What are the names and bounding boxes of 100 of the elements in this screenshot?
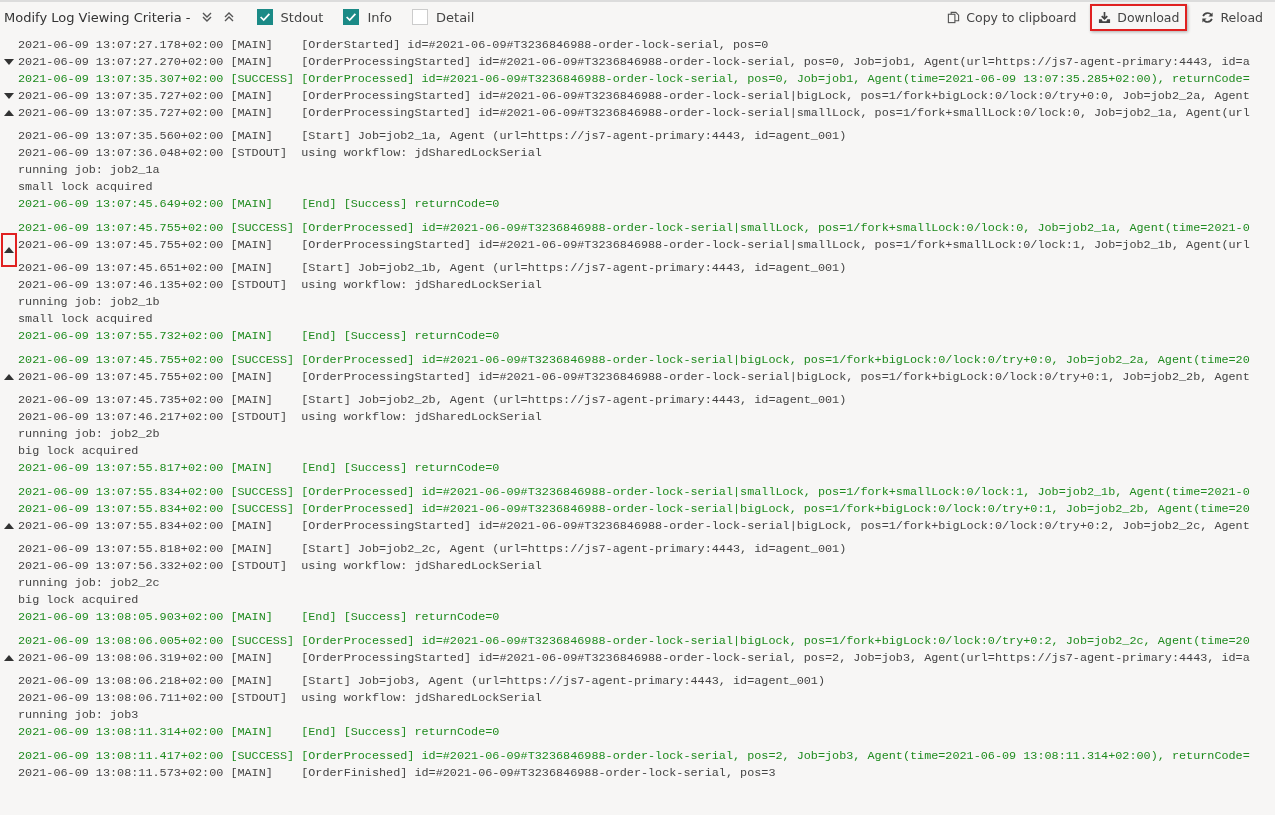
log-level: [STDOUT] bbox=[230, 409, 288, 424]
log-level: [MAIN] bbox=[230, 650, 274, 665]
reload-icon bbox=[1201, 10, 1215, 24]
log-timestamp: 2021-06-09 13:07:46.135+02:00 bbox=[18, 277, 225, 292]
log-message: running job: job2_2c bbox=[18, 575, 160, 590]
log-timestamp: 2021-06-09 13:08:06.005+02:00 bbox=[18, 633, 225, 648]
log-level: [STDOUT] bbox=[230, 145, 288, 160]
log-timestamp: 2021-06-09 13:07:35.560+02:00 bbox=[18, 128, 225, 143]
log-timestamp: 2021-06-09 13:07:55.732+02:00 bbox=[18, 328, 225, 343]
log-message: [OrderProcessingStarted] id=#2021-06-09#T3236846988-order-lock-serial|bigLock, pos=1/fork+bigLock:0/lock:0/try+0:2, Job=job2_2c, Agent bbox=[301, 518, 1250, 533]
log-level: [MAIN] bbox=[230, 105, 274, 120]
expand-all-icon[interactable] bbox=[200, 11, 213, 23]
log-timestamp: 2021-06-09 13:07:45.755+02:00 bbox=[18, 237, 225, 252]
log-message: [OrderProcessed] id=#2021-06-09#T3236846988-order-lock-serial, pos=2, Job=job3, Agent(time=2021-06-09 13:08:11.314+02:00), returnCode= bbox=[301, 748, 1250, 763]
checkbox[interactable] bbox=[256, 9, 273, 25]
log-timestamp: 2021-06-09 13:07:45.755+02:00 bbox=[18, 220, 225, 235]
log-message: [OrderProcessed] id=#2021-06-09#T3236846988-order-lock-serial|smallLock, pos=1/fork+smallLock:0/lock:0, Job=job2_1a, Agent(time=2021-0 bbox=[301, 220, 1250, 235]
log-timestamp: 2021-06-09 13:07:27.178+02:00 bbox=[18, 37, 225, 52]
log-timestamp: 2021-06-09 13:07:35.307+02:00 bbox=[18, 71, 225, 86]
log-message: [Start] Job=job2_2b, Agent (url=https://js7-agent-primary:4443, id=agent_001) bbox=[301, 392, 847, 407]
log-timestamp: 2021-06-09 13:08:06.218+02:00 bbox=[18, 673, 225, 688]
log-message: [Start] Job=job3, Agent (url=https://js7-agent-primary:4443, id=agent_001) bbox=[301, 673, 826, 688]
log-level: [MAIN] bbox=[230, 541, 274, 556]
log-message: running job: job2_1b bbox=[18, 294, 160, 309]
log-message: [OrderProcessed] id=#2021-06-09#T3236846988-order-lock-serial|bigLock, pos=1/fork+bigLock:0/lock:0/try+0:2, Job=job2_2c, Agent(time=20 bbox=[301, 633, 1250, 648]
log-level: [SUCCESS] bbox=[230, 633, 296, 648]
log-message: [End] [Success] returnCode=0 bbox=[301, 196, 500, 211]
log-message: running job: job2_1a bbox=[18, 162, 160, 177]
log-timestamp: 2021-06-09 13:07:55.834+02:00 bbox=[18, 518, 225, 533]
log-message: [End] [Success] returnCode=0 bbox=[301, 609, 500, 624]
log-level: [SUCCESS] bbox=[230, 220, 296, 235]
log-message: using workflow: jdSharedLockSerial bbox=[301, 558, 542, 573]
filter-label: Detail bbox=[436, 9, 475, 25]
log-message: [End] [Success] returnCode=0 bbox=[301, 328, 500, 343]
log-message: [OrderStarted] id=#2021-06-09#T3236846988-order-lock-serial, pos=0 bbox=[301, 37, 769, 52]
log-level: [MAIN] bbox=[230, 54, 274, 69]
log-message: [OrderProcessingStarted] id=#2021-06-09#T3236846988-order-lock-serial|bigLock, pos=1/fork+bigLock:0/lock:0/try+0:1, Job=job2_2b, Agent bbox=[301, 369, 1250, 384]
log-level: [MAIN] bbox=[230, 518, 274, 533]
log-timestamp: 2021-06-09 13:07:35.727+02:00 bbox=[18, 105, 225, 120]
log-message: running job: job2_2b bbox=[18, 426, 160, 441]
log-timestamp: 2021-06-09 13:07:56.332+02:00 bbox=[18, 558, 225, 573]
download-icon bbox=[1098, 10, 1112, 24]
log-level: [SUCCESS] bbox=[230, 748, 296, 763]
log-message: small lock acquired bbox=[18, 311, 153, 326]
filter-label: Info bbox=[367, 9, 393, 25]
log-timestamp: 2021-06-09 13:07:55.817+02:00 bbox=[18, 460, 225, 475]
log-level: [MAIN] bbox=[230, 673, 274, 688]
checkbox[interactable] bbox=[343, 9, 360, 25]
log-level: [MAIN] bbox=[230, 609, 274, 624]
log-message: running job: job3 bbox=[18, 707, 139, 722]
log-timestamp: 2021-06-09 13:07:45.651+02:00 bbox=[18, 260, 225, 275]
log-message: small lock acquired bbox=[18, 179, 153, 194]
log-timestamp: 2021-06-09 13:07:55.834+02:00 bbox=[18, 501, 225, 516]
log-level: [MAIN] bbox=[230, 128, 274, 143]
log-message: [OrderProcessed] id=#2021-06-09#T3236846988-order-lock-serial|smallLock, pos=1/fork+smallLock:0/lock:1, Job=job2_1b, Agent(time=2021-0 bbox=[301, 484, 1250, 499]
log-message: [Start] Job=job2_1b, Agent (url=https://js7-agent-primary:4443, id=agent_001) bbox=[301, 260, 847, 275]
log-level: [MAIN] bbox=[230, 260, 274, 275]
log-timestamp: 2021-06-09 13:08:06.711+02:00 bbox=[18, 690, 225, 705]
log-timestamp: 2021-06-09 13:08:11.314+02:00 bbox=[18, 724, 225, 739]
log-message: [OrderProcessed] id=#2021-06-09#T3236846988-order-lock-serial, pos=0, Job=job1, Agent(time=2021-06-09 13:07:35.285+02:00), returnCode= bbox=[301, 71, 1250, 86]
log-message: [OrderProcessingStarted] id=#2021-06-09#T3236846988-order-lock-serial|smallLock, pos=1/fork+smallLock:0/lock:0, Job=job2_1a, Agent(url bbox=[301, 105, 1250, 120]
log-message: [OrderFinished] id=#2021-06-09#T3236846988-order-lock-serial, pos=3 bbox=[301, 765, 776, 780]
log-timestamp: 2021-06-09 13:07:55.834+02:00 bbox=[18, 484, 225, 499]
log-level: [MAIN] bbox=[230, 88, 274, 103]
log-message: using workflow: jdSharedLockSerial bbox=[301, 145, 542, 160]
log-timestamp: 2021-06-09 13:08:05.903+02:00 bbox=[18, 609, 225, 624]
log-timestamp: 2021-06-09 13:07:27.270+02:00 bbox=[18, 54, 225, 69]
caret-up-icon[interactable] bbox=[1, 232, 17, 267]
log-timestamp: 2021-06-09 13:07:45.735+02:00 bbox=[18, 392, 225, 407]
log-message: [OrderProcessed] id=#2021-06-09#T3236846988-order-lock-serial|bigLock, pos=1/fork+bigLock:0/lock:0/try+0:0, Job=job2_2a, Agent(time=20 bbox=[301, 352, 1250, 367]
log-timestamp: 2021-06-09 13:08:11.417+02:00 bbox=[18, 748, 225, 763]
log-level: [STDOUT] bbox=[230, 277, 288, 292]
reload-button[interactable]: Reload bbox=[1193, 3, 1271, 31]
log-message: [OrderProcessingStarted] id=#2021-06-09#T3236846988-order-lock-serial|bigLock, pos=1/fork+bigLock:0/lock:0/try+0:0, Job=job2_2a, Agent bbox=[301, 88, 1250, 103]
log-level: [MAIN] bbox=[230, 460, 274, 475]
log-message: [OrderProcessingStarted] id=#2021-06-09#T3236846988-order-lock-serial, pos=2, Job=job3, Agent(url=https://js7-agent-primary:4443, id=a bbox=[301, 650, 1250, 665]
log-level: [SUCCESS] bbox=[230, 484, 296, 499]
log-level: [SUCCESS] bbox=[230, 501, 296, 516]
checkbox[interactable] bbox=[412, 9, 429, 25]
log-message: big lock acquired bbox=[18, 592, 139, 607]
log-timestamp: 2021-06-09 13:07:55.818+02:00 bbox=[18, 541, 225, 556]
copy-icon bbox=[947, 10, 961, 24]
log-level: [STDOUT] bbox=[230, 558, 288, 573]
copy-button[interactable]: Copy to clipboard bbox=[939, 3, 1085, 31]
log-level: [MAIN] bbox=[230, 196, 274, 211]
log-level: [MAIN] bbox=[230, 765, 274, 780]
log-message: using workflow: jdSharedLockSerial bbox=[301, 409, 542, 424]
log-level: [MAIN] bbox=[230, 392, 274, 407]
collapse-all-icon[interactable] bbox=[222, 11, 235, 23]
log-timestamp: 2021-06-09 13:07:45.755+02:00 bbox=[18, 352, 225, 367]
download-button[interactable]: Download bbox=[1090, 3, 1188, 31]
log-level: [SUCCESS] bbox=[230, 352, 296, 367]
log-timestamp: 2021-06-09 13:07:45.649+02:00 bbox=[18, 196, 225, 211]
log-message: [End] [Success] returnCode=0 bbox=[301, 460, 500, 475]
log-level: [SUCCESS] bbox=[230, 71, 296, 86]
log-message: [Start] Job=job2_1a, Agent (url=https://js7-agent-primary:4443, id=agent_001) bbox=[301, 128, 847, 143]
log-message: big lock acquired bbox=[18, 443, 139, 458]
log-message: [OrderProcessed] id=#2021-06-09#T3236846988-order-lock-serial|bigLock, pos=1/fork+bigLock:0/lock:0/try+0:1, Job=job2_2b, Agent(time=20 bbox=[301, 501, 1250, 516]
log-timestamp: 2021-06-09 13:07:46.217+02:00 bbox=[18, 409, 225, 424]
log-message: using workflow: jdSharedLockSerial bbox=[301, 277, 542, 292]
